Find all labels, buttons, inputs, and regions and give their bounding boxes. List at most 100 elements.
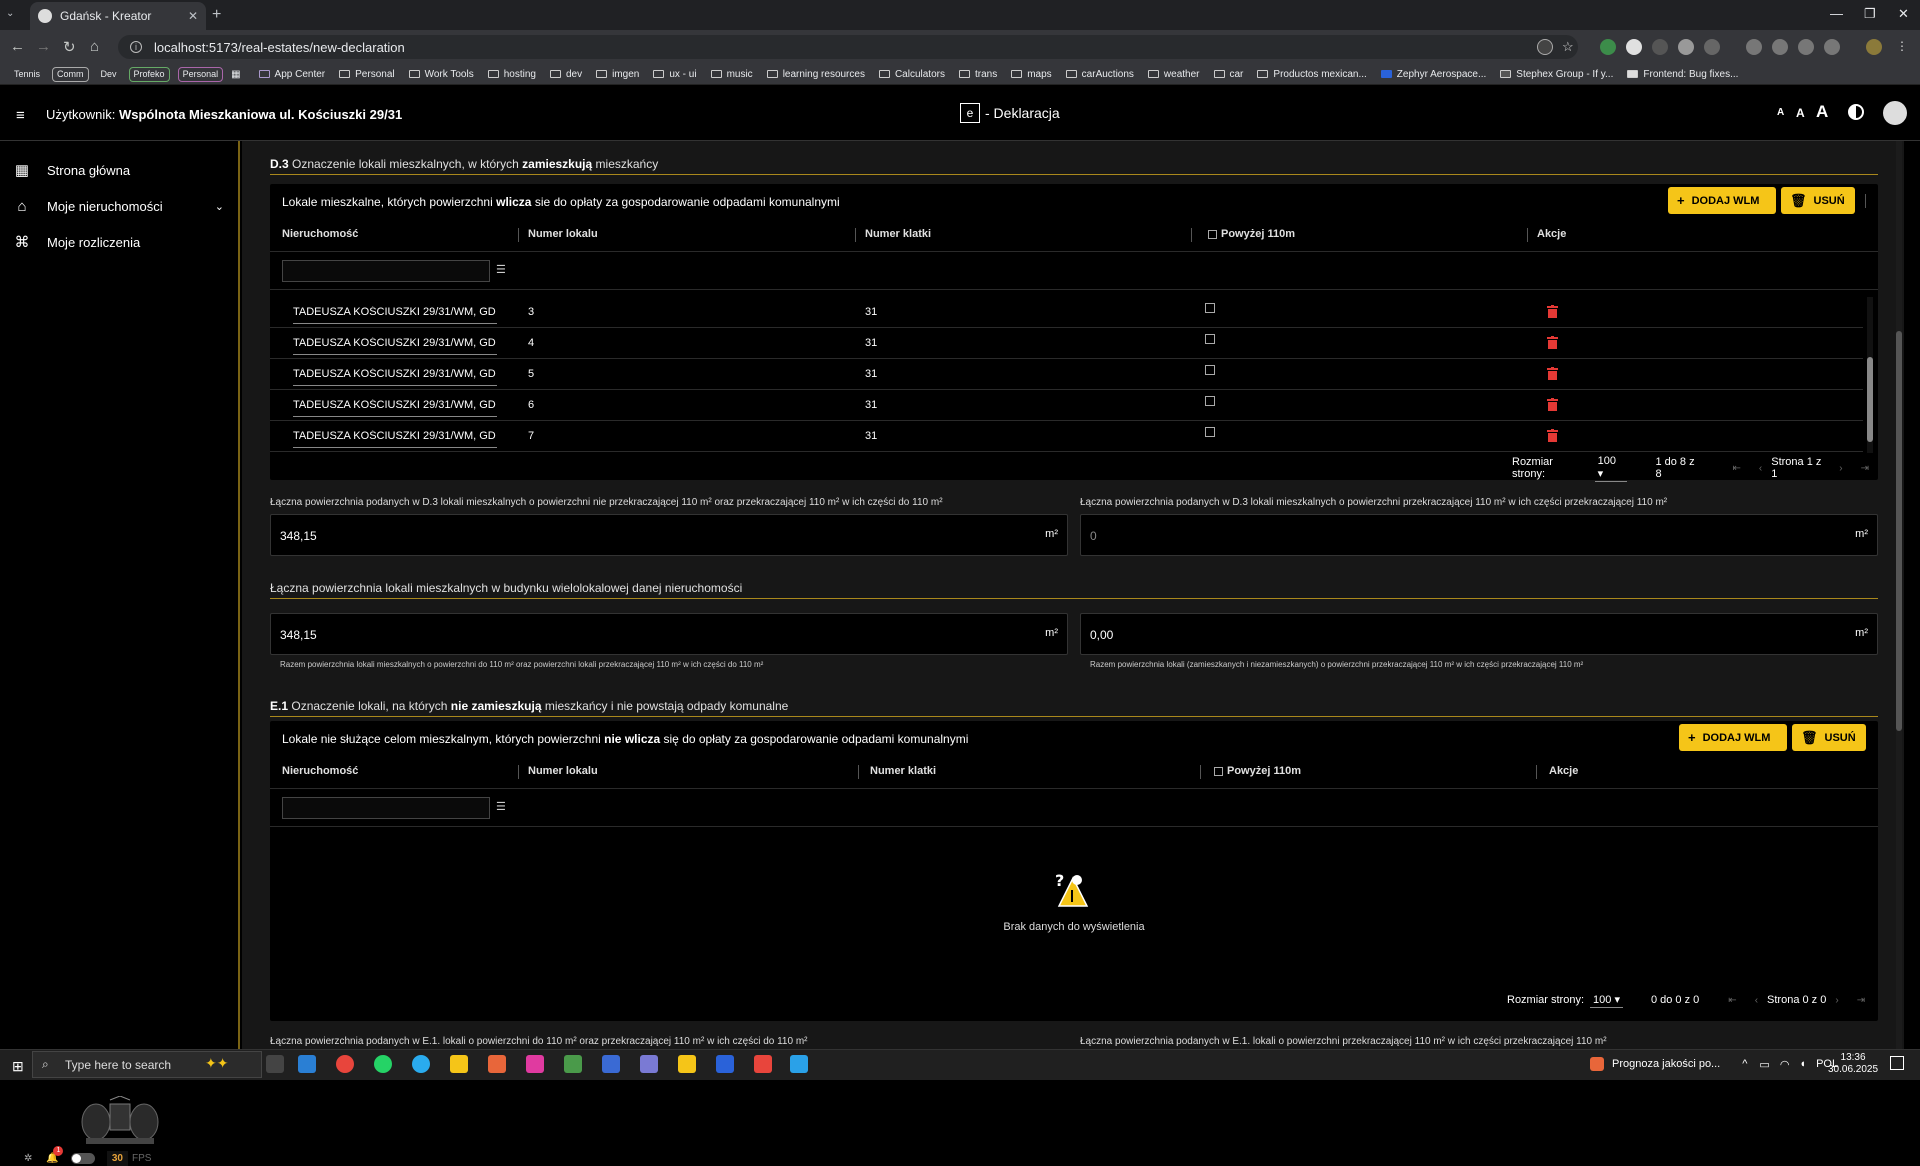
delete-icon[interactable] [1547, 367, 1558, 380]
delete-button[interactable]: 🗑 USUŃ [1792, 724, 1866, 751]
bookmark-folder[interactable]: ux - ui [653, 69, 697, 80]
restore-icon[interactable]: ❐ [1864, 6, 1876, 22]
filter-icon[interactable]: ☰ [496, 800, 506, 813]
bookmark-item[interactable]: Frontend: Bug fixes... [1627, 69, 1738, 80]
windows-start-icon[interactable]: ⊞ [12, 1058, 24, 1075]
extension-icon[interactable] [1600, 39, 1616, 55]
page-size-select[interactable]: 100 ▾ [1590, 993, 1623, 1008]
page-scrollbar[interactable] [1896, 141, 1902, 1049]
filter-icon[interactable]: ☰ [496, 263, 506, 276]
over-110-checkbox[interactable] [1205, 303, 1215, 313]
property-filter-input[interactable] [282, 260, 490, 282]
bookmark-folder[interactable]: trans [958, 69, 997, 80]
cell-property[interactable]: TADEUSZA KOŚCIUSZKI 29/31/WM, GD [293, 399, 497, 417]
scrollbar-thumb[interactable] [1896, 331, 1902, 731]
font-size-medium-button[interactable]: A [1796, 106, 1805, 120]
taskbar-search-box[interactable]: ⌕ Type here to search ✦✦ [32, 1051, 262, 1078]
table-row[interactable]: TADEUSZA KOŚCIUSZKI 29/31/WM, GD 6 31 [270, 390, 1863, 421]
page-size-select[interactable]: 100 ▾ [1594, 455, 1628, 482]
app-icon[interactable] [488, 1055, 506, 1073]
profile-avatar[interactable] [1866, 39, 1882, 55]
tray-chevron-icon[interactable]: ^ [1742, 1058, 1747, 1070]
column-separator[interactable] [1527, 228, 1528, 242]
telegram-icon[interactable] [412, 1055, 430, 1073]
column-separator[interactable] [858, 765, 859, 779]
extensions-puzzle-icon[interactable] [1704, 39, 1720, 55]
over-110-checkbox[interactable] [1205, 334, 1215, 344]
taskbar-clock[interactable]: 13:36 30.06.2025 [1828, 1052, 1878, 1076]
bug-icon[interactable]: ✲ [24, 1153, 32, 1164]
column-header-unit[interactable]: Numer lokalu [528, 228, 598, 240]
site-info-icon[interactable]: i [130, 41, 142, 53]
contrast-toggle-icon[interactable] [1848, 104, 1864, 120]
over-110-checkbox[interactable] [1205, 427, 1215, 437]
app-icon[interactable] [526, 1055, 544, 1073]
extension-icon[interactable] [1678, 39, 1694, 55]
next-page-icon[interactable]: › [1839, 463, 1842, 474]
bookmark-tag[interactable]: Comm [52, 66, 89, 82]
bookmark-folder[interactable]: hosting [487, 69, 536, 80]
delete-icon[interactable] [1547, 336, 1558, 349]
reload-icon[interactable]: ↻ [63, 38, 76, 56]
column-header-staircase[interactable]: Numer klatki [870, 765, 936, 777]
over-110-checkbox[interactable] [1205, 365, 1215, 375]
bookmark-tag[interactable]: Tennis [10, 68, 44, 81]
column-separator[interactable] [518, 228, 519, 242]
table-row[interactable]: TADEUSZA KOŚCIUSZKI 29/31/WM, GD 4 31 [270, 328, 1863, 359]
password-key-icon[interactable] [1537, 39, 1553, 55]
column-separator[interactable] [1536, 765, 1537, 779]
whatsapp-icon[interactable] [374, 1055, 392, 1073]
sidebar-item-home[interactable]: ▦ Strona główna [14, 159, 224, 181]
bookmark-folder[interactable]: Calculators [878, 69, 945, 80]
next-page-icon[interactable]: › [1835, 995, 1838, 1006]
cell-property[interactable]: TADEUSZA KOŚCIUSZKI 29/31/WM, GD [293, 306, 497, 324]
bookmark-folder[interactable]: music [710, 69, 753, 80]
back-icon[interactable]: ← [10, 38, 25, 55]
column-header-property[interactable]: Nieruchomość [282, 765, 358, 777]
weather-text[interactable]: Prognoza jakości po... [1612, 1058, 1720, 1070]
bookmarks-icon[interactable] [1746, 39, 1762, 55]
over-110-checkbox[interactable] [1205, 396, 1215, 406]
delete-icon[interactable] [1547, 398, 1558, 411]
add-wlm-button[interactable]: + DODAJ WLM [1668, 187, 1776, 214]
bookmark-item[interactable]: Zephyr Aerospace... [1380, 69, 1486, 80]
bookmark-tag[interactable]: Personal [177, 66, 224, 82]
header-checkbox[interactable] [1208, 230, 1217, 239]
bookmark-tag[interactable]: Profeko [128, 66, 170, 82]
volume-icon[interactable]: ◖ [1799, 1058, 1806, 1070]
bookmark-folder[interactable]: learning resources [766, 69, 865, 80]
bookmark-folder[interactable]: Personal [339, 69, 395, 80]
task-view-icon[interactable] [266, 1055, 284, 1073]
font-size-large-button[interactable]: A [1816, 102, 1828, 122]
chevron-down-icon[interactable]: ⌄ [215, 200, 224, 213]
window-close-icon[interactable]: ✕ [1898, 6, 1909, 22]
browser-tab[interactable]: Gdańsk - Kreator ✕ [30, 2, 206, 30]
theme-toggle[interactable] [70, 1153, 95, 1164]
extension-icon[interactable] [1652, 39, 1668, 55]
column-separator[interactable] [518, 765, 519, 779]
column-separator[interactable] [855, 228, 856, 242]
app-icon[interactable] [602, 1055, 620, 1073]
column-separator[interactable] [1191, 228, 1192, 242]
devtools-icon[interactable] [1798, 39, 1814, 55]
file-explorer-icon[interactable] [450, 1055, 468, 1073]
notifications-center-icon[interactable] [1890, 1056, 1904, 1070]
first-page-icon[interactable]: ⇤ [1733, 463, 1741, 474]
bookmark-tag[interactable]: Dev [97, 68, 121, 81]
notification-bell-icon[interactable]: 🔔 1 [46, 1146, 64, 1164]
header-checkbox[interactable] [1214, 767, 1223, 776]
minimize-icon[interactable]: — [1830, 6, 1843, 21]
previous-page-icon[interactable]: ‹ [1755, 995, 1758, 1006]
bookmark-folder[interactable]: Work Tools [408, 69, 474, 80]
add-wlm-button[interactable]: + DODAJ WLM [1679, 724, 1787, 751]
sidebar-item-properties[interactable]: ⌂ Moje nieruchomości ⌄ [14, 195, 224, 217]
column-header-over-110[interactable]: Powyżej 110m [1227, 765, 1301, 777]
bookmark-folder[interactable]: Productos mexican... [1257, 69, 1367, 80]
app-icon[interactable] [564, 1055, 582, 1073]
sticky-notes-icon[interactable] [678, 1055, 696, 1073]
app-icon[interactable] [640, 1055, 658, 1073]
table-row[interactable]: TADEUSZA KOŚCIUSZKI 29/31/WM, GD 7 31 [270, 421, 1863, 452]
table-row[interactable]: TADEUSZA KOŚCIUSZKI 29/31/WM, GD 5 31 [270, 359, 1863, 390]
home-icon[interactable]: ⌂ [90, 38, 99, 55]
sidebar-item-settlements[interactable]: ⌘ Moje rozliczenia [14, 231, 224, 253]
